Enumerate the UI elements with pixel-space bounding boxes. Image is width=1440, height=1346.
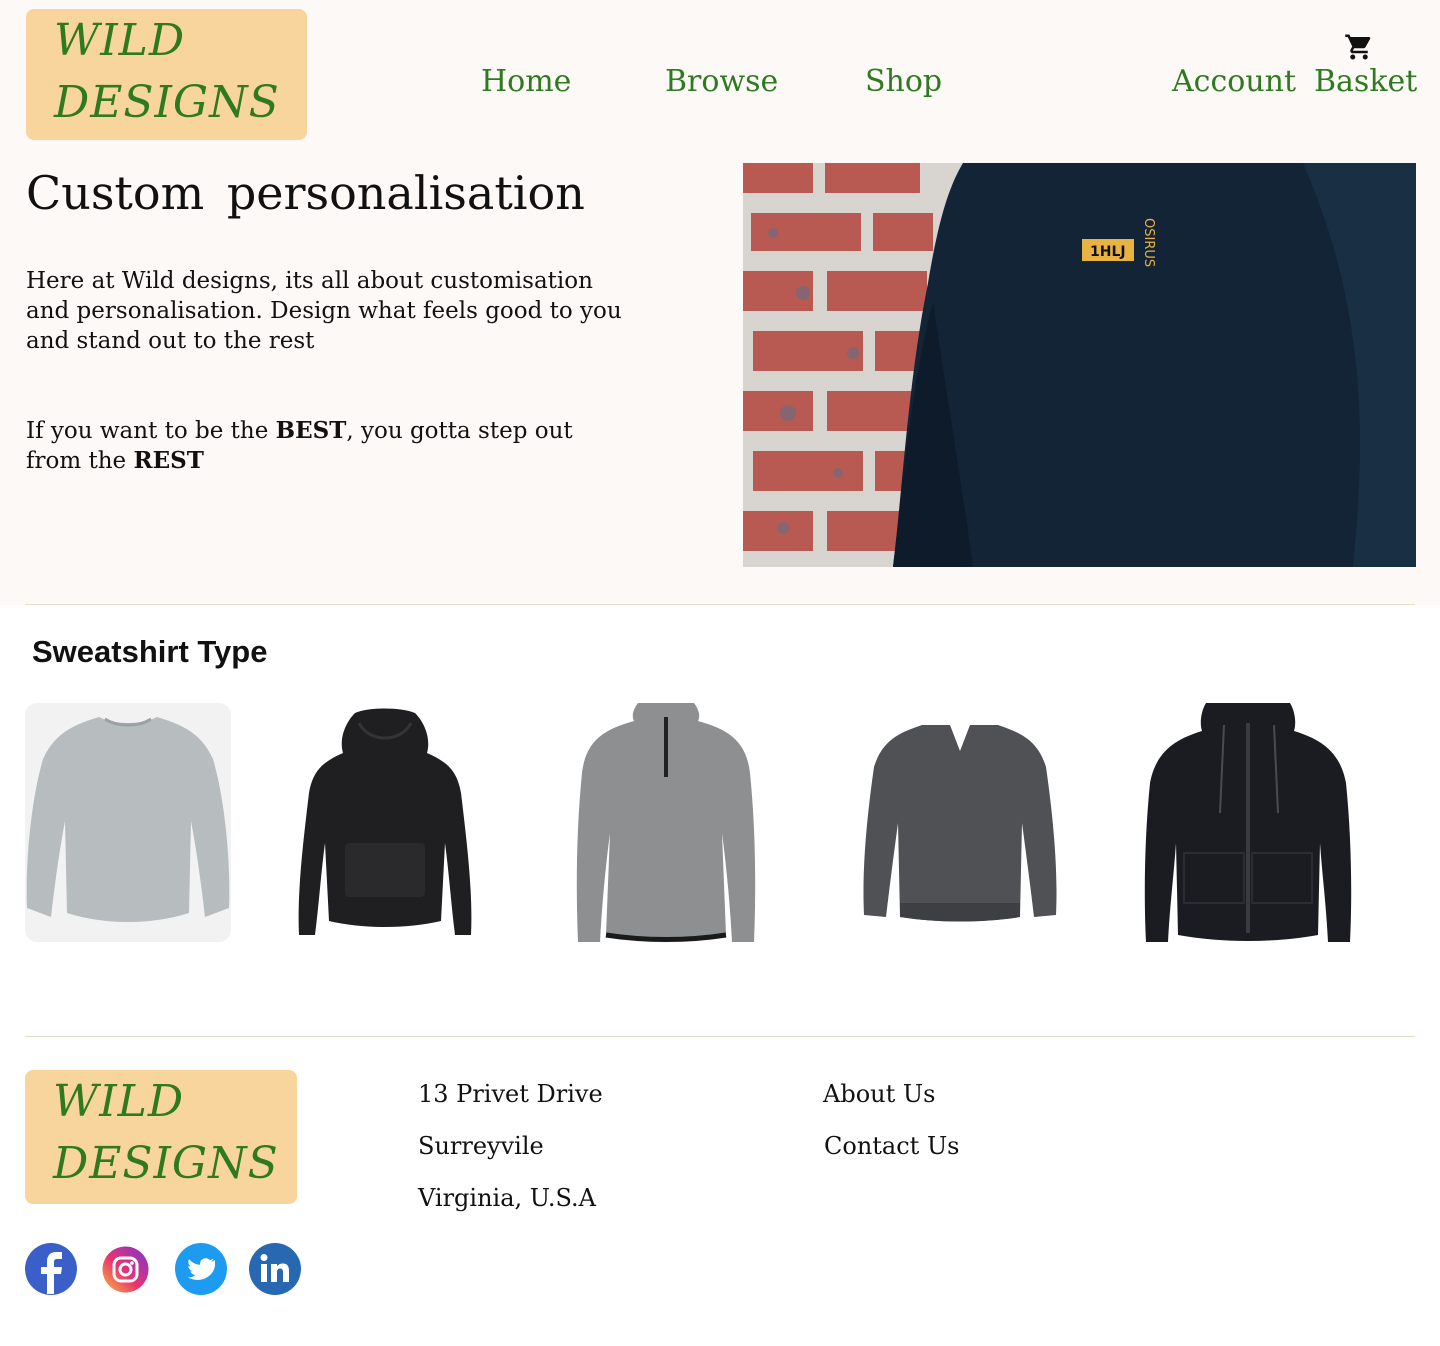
nav-shop[interactable]: Shop: [865, 64, 942, 99]
divider: [25, 604, 1415, 605]
contact-us-link[interactable]: Contact Us: [824, 1132, 959, 1160]
zip-up-hoodie[interactable]: [1144, 703, 1352, 942]
footer-logo-line-1: WILD: [53, 1076, 185, 1127]
section-title: Sweatshirt Type: [32, 634, 268, 669]
linkedin-icon[interactable]: [248, 1242, 302, 1296]
hero-paragraph-2: If you want to be the BEST, you gotta st…: [26, 417, 573, 474]
address-line-3: Virginia, U.S.A: [418, 1184, 596, 1212]
address-line-2: Surreyvile: [418, 1132, 544, 1160]
rest-emphasis: REST: [133, 447, 204, 474]
footer-divider: [25, 1036, 1415, 1037]
hero-title: Custom personalisation: [26, 166, 585, 220]
nav-home[interactable]: Home: [481, 64, 571, 99]
hero-image: 1HLJ OSIRUS: [743, 163, 1416, 567]
svg-text:1HLJ: 1HLJ: [1090, 244, 1126, 260]
nav-basket[interactable]: Basket: [1314, 64, 1417, 99]
quarter-zip-pullover[interactable]: [576, 703, 756, 942]
svg-text:OSIRUS: OSIRUS: [1141, 218, 1156, 267]
footer-logo[interactable]: WILD DESIGNS: [25, 1070, 297, 1204]
pullover-hoodie[interactable]: [295, 703, 475, 942]
instagram-icon[interactable]: [102, 1246, 149, 1293]
address-line-1: 13 Privet Drive: [418, 1080, 603, 1108]
shopping-cart-icon[interactable]: [1344, 32, 1374, 62]
about-us-link[interactable]: About Us: [823, 1080, 935, 1108]
v-neck-sweater[interactable]: [862, 703, 1058, 942]
hero-paragraph-1: Here at Wild designs, its all about cust…: [26, 268, 622, 354]
footer-logo-line-2: DESIGNS: [53, 1138, 279, 1189]
best-emphasis: BEST: [275, 417, 347, 444]
twitter-icon[interactable]: [174, 1242, 228, 1296]
crewneck-sweatshirt[interactable]: [25, 703, 231, 942]
nav-account[interactable]: Account: [1172, 64, 1296, 99]
header-logo[interactable]: WILD DESIGNS: [26, 9, 307, 140]
nav-browse[interactable]: Browse: [665, 64, 778, 99]
logo-line-1: WILD: [54, 15, 186, 66]
logo-line-2: DESIGNS: [54, 77, 280, 128]
facebook-icon[interactable]: [24, 1242, 78, 1296]
